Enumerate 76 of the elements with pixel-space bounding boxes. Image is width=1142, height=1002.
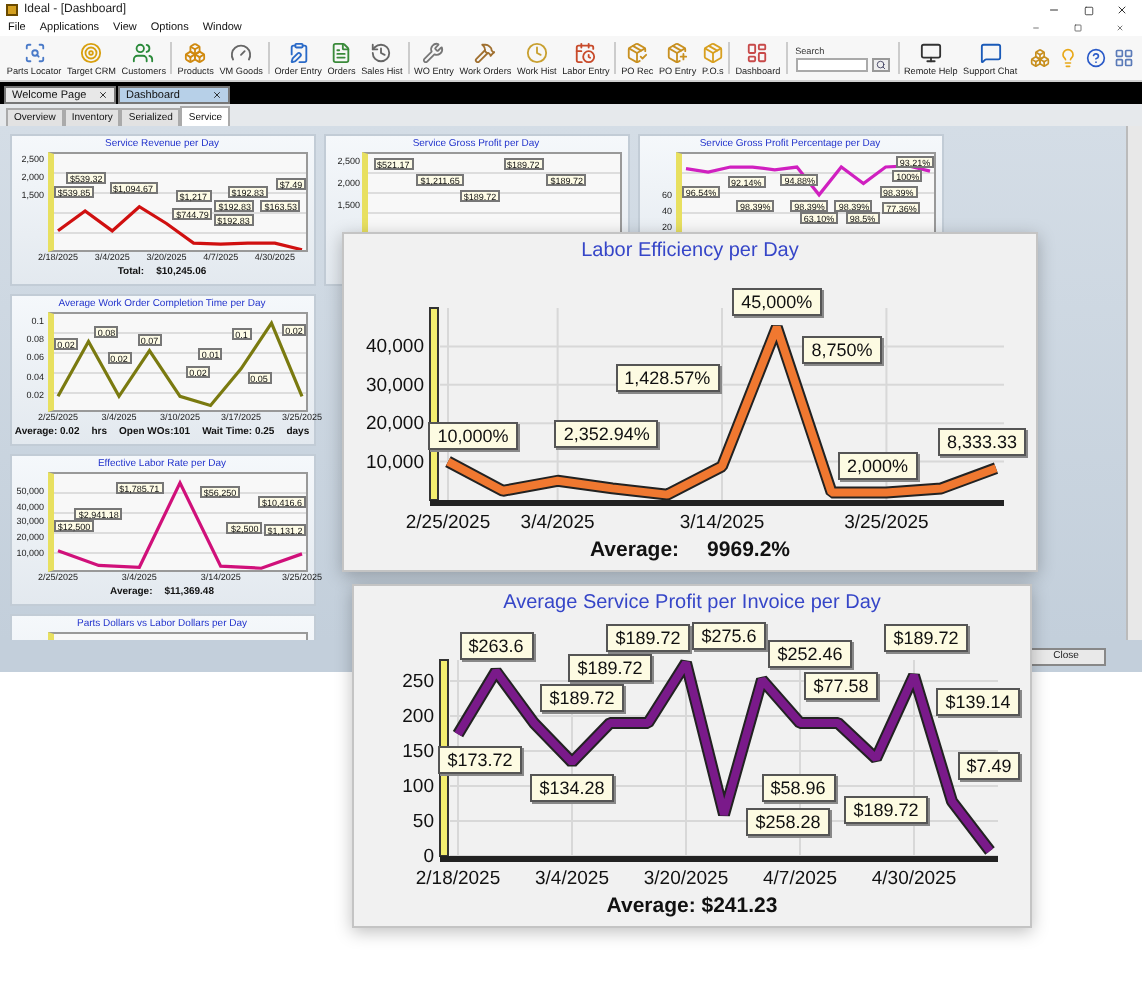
axis-tick-label: 3/14/2025 [679,512,765,534]
data-label: $7.49 [958,751,1020,780]
data-label: $139.14 [936,688,1020,717]
clipboard-icon [287,41,310,63]
restore-icon [1074,24,1082,32]
search-button[interactable] [871,57,890,71]
chart-title: Average Service Profit per Invoice per Day [503,592,881,616]
axis-tick-label: 2/25/2025 [405,512,491,534]
axis-tick-label: 100 [402,776,434,798]
chart-summary: Average: [589,538,680,562]
calendar-icon [574,41,597,63]
package-icon [626,41,649,63]
axis-tick-label: 250 [402,671,434,693]
close-icon [1116,4,1128,16]
clock-icon [525,41,548,63]
boxes-icon [184,41,207,63]
data-label: $189.72 [568,653,652,681]
axis-tick-label: 4/7/2025 [763,868,837,890]
axis-tick-label: 200 [402,706,434,728]
boxes-icon [1030,48,1050,68]
magnifier-icon [23,41,46,63]
app-icon [6,4,18,16]
data-label: $263.6 [459,631,533,660]
data-label: 10,000% [428,421,518,450]
data-label: $189.72 [540,683,624,711]
wrench-icon [422,41,445,63]
maximize-icon [1083,5,1093,15]
axis-tick-label: 50 [412,811,434,833]
data-label: $77.58 [804,671,878,700]
data-label: $134.28 [530,774,614,803]
axis-tick-label: 20,000 [365,413,424,436]
data-label: $189.72 [844,795,928,823]
axis-tick-label: 3/25/2025 [844,512,929,534]
document-icon [330,41,353,63]
axis-tick-label: 10,000 [365,451,424,474]
axis-tick-label: 2/18/2025 [415,868,501,890]
data-label: $252.46 [768,639,852,668]
data-label: $275.6 [692,622,766,651]
history-icon [370,41,393,63]
data-label: $258.28 [746,807,830,836]
grid-icon [1114,48,1134,68]
dashboard-icon [746,41,769,63]
chart-title: Labor Efficiency per Day [581,240,799,264]
search-field[interactable] [795,57,868,71]
axis-tick-label: 3/4/2025 [535,868,609,890]
gauge-icon [230,41,253,63]
axis-tick-label: 3/20/2025 [643,868,729,890]
package-icon [666,41,689,63]
axis-tick-label: 0 [423,846,434,868]
axis-tick-label: 150 [402,741,434,763]
help-icon [1086,48,1106,68]
data-label: $58.96 [761,774,835,803]
chart-summary: 9969.2% [707,538,790,562]
axis-tick-label: 4/30/2025 [871,868,957,890]
hammer-icon [474,41,497,63]
data-label: 8,750% [802,336,882,365]
people-icon [132,41,155,63]
lightbulb-icon [1058,48,1078,68]
data-label: 45,000% [731,287,822,316]
data-label: $189.72 [884,623,968,651]
data-label: 2,000% [837,452,918,481]
chat-icon [979,41,1002,63]
package-icon [701,41,724,63]
data-label: 8,333.33 [938,428,1026,457]
target-icon [80,41,103,63]
data-label: 2,352.94% [554,420,659,449]
axis-tick-label: 3/4/2025 [520,512,595,534]
data-label: $189.72 [606,623,690,651]
data-label: 1,428.57% [615,364,720,393]
scrollbar[interactable] [1126,126,1142,640]
monitor-icon [919,41,942,63]
chart-summary: Average: $241.23 [606,894,778,918]
axis-tick-label: 30,000 [365,374,424,397]
data-label: $173.72 [438,746,522,775]
axis-tick-label: 40,000 [365,336,424,359]
search-icon [875,59,886,69]
